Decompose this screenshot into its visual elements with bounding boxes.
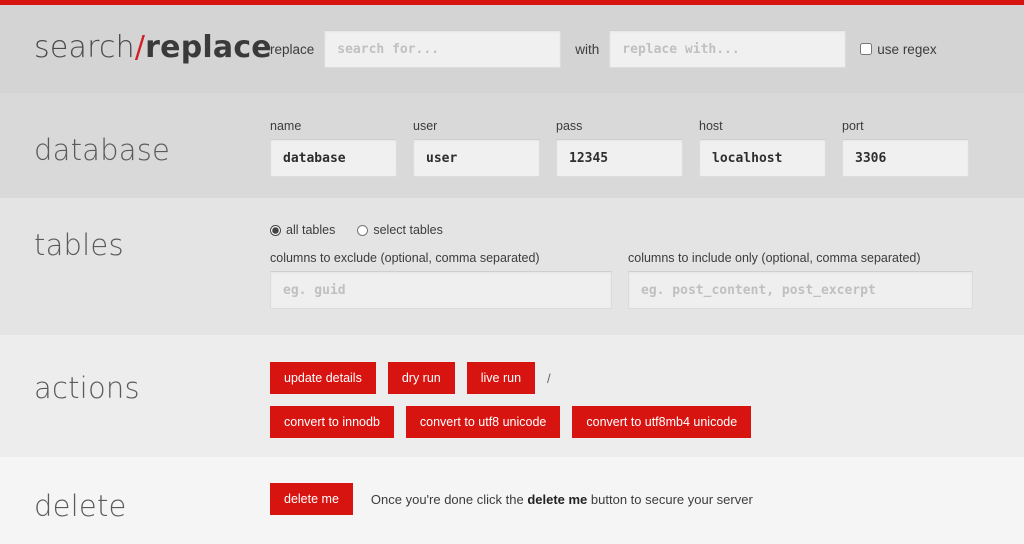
tables-columns-row: columns to exclude (optional, comma sepa… bbox=[270, 251, 1024, 309]
database-field-name: name bbox=[270, 119, 397, 177]
use-regex-checkbox[interactable] bbox=[860, 43, 873, 55]
database-title: database bbox=[34, 133, 171, 167]
database-user-input[interactable] bbox=[413, 139, 540, 177]
columns-exclude-label: columns to exclude (optional, comma sepa… bbox=[270, 251, 540, 265]
columns-include-field: columns to include only (optional, comma… bbox=[628, 251, 973, 309]
delete-note-after: button to secure your server bbox=[587, 491, 753, 507]
use-regex-checkbox-wrap[interactable]: use regex bbox=[860, 41, 937, 57]
section-tables: tables all tables select tables columns … bbox=[0, 198, 1024, 335]
app-page: search/replace replace with use regex da… bbox=[0, 0, 1024, 544]
radio-select-tables[interactable]: select tables bbox=[357, 223, 443, 237]
delete-note-bold: delete me bbox=[527, 491, 588, 507]
replace-label: replace bbox=[270, 41, 315, 57]
use-regex-label: use regex bbox=[877, 41, 937, 57]
columns-include-label: columns to include only (optional, comma… bbox=[628, 251, 921, 265]
radio-select-tables-label: select tables bbox=[373, 223, 443, 237]
convert-to-utf8mb4-button[interactable]: convert to utf8mb4 unicode bbox=[572, 406, 752, 438]
delete-note-before: Once you're done click the bbox=[370, 491, 528, 507]
search-for-input[interactable] bbox=[324, 30, 562, 68]
section-actions: actions update details dry run live run … bbox=[0, 335, 1024, 457]
actions-separator: / bbox=[547, 370, 551, 386]
delete-note: Once you're done click the delete me but… bbox=[371, 492, 753, 507]
search-replace-body: replace with use regex bbox=[270, 5, 1024, 93]
database-name-label: name bbox=[270, 119, 302, 133]
page-title: search/replace bbox=[34, 30, 272, 65]
database-pass-label: pass bbox=[556, 119, 583, 133]
radio-all-tables-input[interactable] bbox=[270, 224, 281, 236]
tables-title: tables bbox=[34, 228, 124, 262]
database-pass-input[interactable] bbox=[556, 139, 683, 177]
replace-with-input[interactable] bbox=[609, 30, 847, 68]
database-name-input[interactable] bbox=[270, 139, 397, 177]
columns-include-input[interactable] bbox=[628, 271, 973, 309]
columns-exclude-input[interactable] bbox=[270, 271, 612, 309]
section-search-replace: search/replace replace with use regex bbox=[0, 5, 1024, 93]
section-delete: delete delete me Once you're done click … bbox=[0, 457, 1024, 544]
database-body: name user pass host port bbox=[270, 119, 1024, 177]
search-replace-row: replace with use regex bbox=[270, 5, 1024, 93]
radio-all-tables[interactable]: all tables bbox=[270, 223, 335, 237]
database-host-label: host bbox=[699, 119, 723, 133]
database-field-host: host bbox=[699, 119, 826, 177]
database-port-label: port bbox=[842, 119, 864, 133]
delete-row: delete me Once you're done click the del… bbox=[270, 483, 1024, 515]
radio-all-tables-label: all tables bbox=[286, 223, 336, 237]
title-replace: replace bbox=[145, 30, 272, 65]
delete-me-button[interactable]: delete me bbox=[270, 483, 353, 515]
database-user-label: user bbox=[413, 119, 438, 133]
dry-run-button[interactable]: dry run bbox=[387, 362, 455, 394]
database-field-pass: pass bbox=[556, 119, 683, 177]
actions-title: actions bbox=[34, 371, 140, 405]
database-field-user: user bbox=[413, 119, 540, 177]
title-search: search bbox=[34, 30, 135, 65]
database-field-port: port bbox=[842, 119, 969, 177]
section-database: database name user pass host bbox=[0, 93, 1024, 198]
actions-row-convert: convert to innodb convert to utf8 unicod… bbox=[270, 406, 1024, 438]
live-run-button[interactable]: live run bbox=[466, 362, 536, 394]
delete-body: delete me Once you're done click the del… bbox=[270, 483, 1024, 515]
delete-title: delete bbox=[34, 489, 127, 523]
actions-row-primary: update details dry run live run / bbox=[270, 362, 1024, 394]
actions-body: update details dry run live run / conver… bbox=[270, 362, 1024, 450]
convert-to-utf8-button[interactable]: convert to utf8 unicode bbox=[405, 406, 561, 438]
with-label: with bbox=[575, 41, 600, 57]
radio-select-tables-input[interactable] bbox=[357, 224, 369, 236]
tables-body: all tables select tables columns to excl… bbox=[270, 223, 1024, 309]
columns-exclude-field: columns to exclude (optional, comma sepa… bbox=[270, 251, 612, 309]
convert-to-innodb-button[interactable]: convert to innodb bbox=[270, 406, 394, 438]
tables-radio-row: all tables select tables bbox=[270, 223, 1024, 237]
title-slash: / bbox=[134, 30, 146, 65]
database-port-input[interactable] bbox=[842, 139, 969, 177]
database-host-input[interactable] bbox=[699, 139, 826, 177]
update-details-button[interactable]: update details bbox=[270, 362, 376, 394]
database-field-row: name user pass host port bbox=[270, 119, 1024, 177]
